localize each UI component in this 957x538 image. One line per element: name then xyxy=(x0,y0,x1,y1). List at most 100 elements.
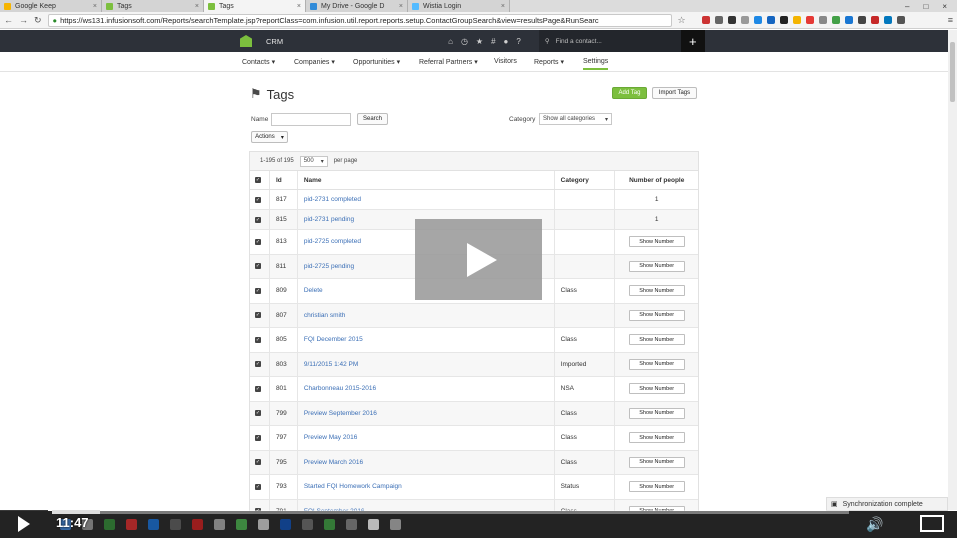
tag-name-link[interactable]: 9/11/2015 1:42 PM xyxy=(304,361,358,368)
video-play-overlay[interactable] xyxy=(415,219,542,300)
extension-icon[interactable] xyxy=(857,16,866,24)
row-checkbox[interactable]: ✓ xyxy=(255,312,261,319)
star-icon[interactable]: ★ xyxy=(476,37,483,46)
row-checkbox[interactable]: ✓ xyxy=(255,459,261,466)
browser-tab[interactable]: My Drive - Google D × xyxy=(306,0,408,12)
video-play-button[interactable] xyxy=(0,510,48,538)
reload-icon[interactable]: ↻ xyxy=(34,15,42,26)
row-checkbox[interactable]: ✓ xyxy=(255,385,261,392)
forward-icon[interactable]: → xyxy=(19,15,28,25)
taskbar-app-icon[interactable] xyxy=(104,519,115,530)
extension-icon[interactable] xyxy=(766,16,775,24)
row-checkbox[interactable]: ✓ xyxy=(255,263,261,270)
maximize-icon[interactable]: □ xyxy=(923,2,928,11)
column-header-name[interactable]: Name xyxy=(298,171,555,189)
extension-icon[interactable] xyxy=(714,16,723,24)
extension-icon[interactable] xyxy=(779,16,788,24)
nav-item-opportunities[interactable]: Opportunities ▾ xyxy=(353,58,400,66)
tag-name-link[interactable]: christian smith xyxy=(304,312,346,319)
add-tag-button[interactable]: Add Tag xyxy=(612,87,647,99)
back-icon[interactable]: ← xyxy=(4,15,13,25)
nav-item-visitors[interactable]: Visitors xyxy=(494,58,517,65)
nav-item-contacts[interactable]: Contacts ▾ xyxy=(242,58,275,66)
minimize-icon[interactable]: – xyxy=(905,2,909,11)
show-number-button[interactable]: Show Number xyxy=(628,260,685,272)
extension-icon[interactable] xyxy=(870,16,879,24)
row-checkbox[interactable]: ✓ xyxy=(255,336,261,343)
tag-name-link[interactable]: Preview May 2016 xyxy=(304,434,357,441)
extension-icon[interactable] xyxy=(740,16,749,24)
extension-icon[interactable] xyxy=(792,16,801,24)
extension-icon[interactable] xyxy=(701,16,710,24)
hashtag-icon[interactable]: # xyxy=(491,37,495,46)
taskbar-app-icon[interactable] xyxy=(214,519,225,530)
close-window-icon[interactable]: × xyxy=(942,2,947,11)
chrome-menu-icon[interactable]: ≡ xyxy=(948,15,953,25)
tag-name-link[interactable]: Started FQI Homework Campaign xyxy=(304,483,402,490)
user-icon[interactable]: ● xyxy=(504,37,509,46)
browser-tab[interactable]: Wistia Login × xyxy=(408,0,510,12)
nav-item-settings[interactable]: Settings xyxy=(583,58,609,70)
actions-dropdown[interactable]: Actions ▾ xyxy=(251,131,288,143)
show-number-button[interactable]: Show Number xyxy=(628,481,685,493)
row-checkbox[interactable]: ✓ xyxy=(255,361,261,368)
show-number-button[interactable]: Show Number xyxy=(628,285,685,297)
tag-name-link[interactable]: pid-2725 completed xyxy=(304,238,361,245)
taskbar-app-icon[interactable] xyxy=(148,519,159,530)
select-all-checkbox[interactable]: ✓ xyxy=(255,177,261,183)
taskbar-app-icon[interactable] xyxy=(390,519,401,530)
extension-icon[interactable] xyxy=(883,16,892,24)
extension-icon[interactable] xyxy=(818,16,827,24)
tag-name-link[interactable]: pid-2731 pending xyxy=(304,216,354,223)
taskbar-app-icon[interactable] xyxy=(236,519,247,530)
show-number-button[interactable]: Show Number xyxy=(628,309,685,321)
row-checkbox[interactable]: ✓ xyxy=(255,483,261,490)
extension-icon[interactable] xyxy=(844,16,853,24)
close-tab-icon[interactable]: × xyxy=(297,3,301,10)
browser-tab[interactable]: Tags × xyxy=(204,0,306,12)
show-number-button[interactable]: Show Number xyxy=(628,456,685,468)
quick-add-button[interactable]: + xyxy=(680,30,705,52)
bookmark-star-icon[interactable]: ☆ xyxy=(678,15,686,26)
browser-tab[interactable]: Google Keep × xyxy=(0,0,102,12)
address-bar[interactable]: ● https://ws131.infusionsoft.com/Reports… xyxy=(47,13,672,27)
tag-name-link[interactable]: FQI December 2015 xyxy=(304,336,363,343)
extension-icon[interactable] xyxy=(753,16,762,24)
show-number-button[interactable]: Show Number xyxy=(628,407,685,419)
video-progress-bar[interactable] xyxy=(52,510,849,514)
home-icon[interactable]: ⌂ xyxy=(448,37,453,46)
taskbar-app-icon[interactable] xyxy=(170,519,181,530)
import-tags-button[interactable]: Import Tags xyxy=(652,87,697,99)
show-number-button[interactable]: Show Number xyxy=(628,236,685,248)
show-number-button[interactable]: Show Number xyxy=(628,334,685,346)
taskbar-app-icon[interactable] xyxy=(302,519,313,530)
nav-item-reports[interactable]: Reports ▾ xyxy=(534,58,564,66)
infusionsoft-logo-icon[interactable] xyxy=(240,35,252,47)
search-button[interactable]: Search xyxy=(357,113,388,125)
name-input[interactable] xyxy=(271,113,351,126)
category-select[interactable]: Show all categories ▾ xyxy=(539,113,612,125)
taskbar-app-icon[interactable] xyxy=(346,519,357,530)
taskbar-app-icon[interactable] xyxy=(324,519,335,530)
show-number-button[interactable]: Show Number xyxy=(628,358,685,370)
nav-item-companies[interactable]: Companies ▾ xyxy=(294,58,335,66)
row-checkbox[interactable]: ✓ xyxy=(255,216,261,223)
page-scrollbar[interactable] xyxy=(948,30,957,510)
tag-name-link[interactable]: Delete xyxy=(304,287,323,294)
taskbar-app-icon[interactable] xyxy=(126,519,137,530)
row-checkbox[interactable]: ✓ xyxy=(255,238,261,245)
find-contact-search[interactable]: ⚲ Find a contact... xyxy=(538,30,681,52)
taskbar-app-icon[interactable] xyxy=(258,519,269,530)
row-checkbox[interactable]: ✓ xyxy=(255,434,261,441)
close-tab-icon[interactable]: × xyxy=(195,3,199,10)
nav-item-referral-partners[interactable]: Referral Partners ▾ xyxy=(419,58,478,66)
row-checkbox[interactable]: ✓ xyxy=(255,410,261,417)
row-checkbox[interactable]: ✓ xyxy=(255,196,261,203)
close-tab-icon[interactable]: × xyxy=(501,3,505,10)
tag-name-link[interactable]: Preview March 2016 xyxy=(304,459,363,466)
extension-icon[interactable] xyxy=(727,16,736,24)
close-tab-icon[interactable]: × xyxy=(93,3,97,10)
show-number-button[interactable]: Show Number xyxy=(628,432,685,444)
taskbar-app-icon[interactable] xyxy=(280,519,291,530)
close-tab-icon[interactable]: × xyxy=(399,3,403,10)
